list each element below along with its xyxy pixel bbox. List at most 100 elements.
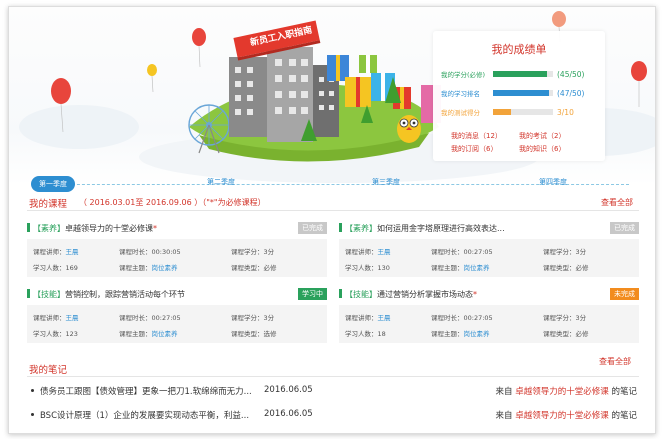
note-source-prefix: 来自 <box>495 387 513 397</box>
course-topic-label: 课程主题： <box>119 264 152 272</box>
course-title[interactable]: 【素养】卓越领导力的十堂必修课* <box>27 223 327 237</box>
score-row-label[interactable]: 我的学习排名 <box>441 88 493 98</box>
score-links-row-2: 我的订阅（6） 我的知识（6） <box>451 144 587 154</box>
score-progress-bar <box>493 109 553 115</box>
note-source: 来自 卓越领导力的十堂必修课 的笔记 <box>496 409 637 421</box>
course-name[interactable]: 如何运用金字塔原理进行高效表达... <box>377 224 505 233</box>
course-name[interactable]: 营销控制，跟踪营销活动每个环节 <box>65 290 185 299</box>
quarter-timeline: 第一季度 第二季度 第三季度 第四季度 <box>27 175 639 197</box>
score-row-value: (47/50) <box>557 88 585 98</box>
my-exams-link[interactable]: 我的考试（2） <box>519 131 587 141</box>
score-row: 我的测试得分 3/10 <box>441 106 601 118</box>
course-marker <box>27 223 30 232</box>
course-type: 课程类型：选修 <box>231 328 277 338</box>
course-tag: 【技能】 <box>345 290 377 299</box>
note-text[interactable]: BSC设计原理（1）企业的发展要实现动态平衡，利益... <box>40 411 249 421</box>
course-card[interactable]: 【技能】营销控制，跟踪营销活动每个环节 学习中 课程讲师：王晨 课程时长：00:27:… <box>27 288 327 347</box>
score-row: 我的学分(必修) (45/50) <box>441 68 601 80</box>
course-credit-value: 3分 <box>263 248 275 256</box>
course-topic-value[interactable]: 岗位素养 <box>464 330 490 338</box>
course-details: 课程讲师：王晨 课程时长：00:27:05 课程学分：3分 学习人数：18 课程主题：岗… <box>339 305 639 343</box>
course-teacher-label: 课程讲师： <box>345 248 378 256</box>
course-learners-value: 169 <box>65 264 78 272</box>
course-status-badge: 已完成 <box>610 222 639 234</box>
note-item[interactable]: BSC设计原理（1）企业的发展要实现动态平衡，利益... 2016.06.05 来自… <box>31 409 641 423</box>
course-teacher-value[interactable]: 王晨 <box>66 314 79 322</box>
tab-quarter-1[interactable]: 第一季度 <box>31 176 75 192</box>
score-progress-fill <box>493 90 550 96</box>
score-row-value: 3/10 <box>557 107 574 117</box>
page-frame: 新员工入职指南 我的成绩单 我的学分(必修) (45/50) 我的学习排名 (47/5… <box>8 6 656 434</box>
course-type-label: 课程类型： <box>543 330 576 338</box>
course-topic: 课程主题：岗位素养 <box>119 328 178 338</box>
course-tag: 【素养】 <box>345 224 377 233</box>
note-source-course-link[interactable]: 卓越领导力的十堂必修课 <box>515 411 609 421</box>
course-marker <box>339 223 342 232</box>
course-teacher: 课程讲师：王晨 <box>33 246 79 256</box>
course-title[interactable]: 【素养】如何运用金字塔原理进行高效表达... <box>339 223 639 237</box>
course-title[interactable]: 【技能】营销控制，跟踪营销活动每个环节 <box>27 289 327 303</box>
course-card[interactable]: 【技能】通过营销分析掌握市场动态* 未完成课程讲师：王晨 课程时长：00:27:05… <box>339 288 639 347</box>
course-name[interactable]: 通过营销分析掌握市场动态 <box>377 290 473 299</box>
my-messages-link[interactable]: 我的消息（12） <box>451 131 519 141</box>
course-credit: 课程学分：3分 <box>231 312 274 322</box>
course-type-value: 必修 <box>575 330 589 338</box>
office-building-icon <box>229 47 339 142</box>
tab-quarter-4[interactable]: 第四季度 <box>539 177 567 187</box>
course-duration: 课程时长：00:27:05 <box>431 312 493 322</box>
score-row-value: (45/50) <box>557 69 585 79</box>
tab-quarter-3[interactable]: 第三季度 <box>372 177 400 187</box>
score-progress-fill <box>493 71 547 77</box>
course-tag: 【素养】 <box>33 224 65 233</box>
hero-banner: 新员工入职指南 我的成绩单 我的学分(必修) (45/50) 我的学习排名 (47/5… <box>9 7 655 185</box>
course-learners-label: 学习人数： <box>345 264 378 272</box>
required-mark: * <box>153 224 157 233</box>
course-teacher-value[interactable]: 王晨 <box>378 248 391 256</box>
course-teacher-label: 课程讲师： <box>33 314 66 322</box>
course-topic-value[interactable]: 岗位素养 <box>152 330 178 338</box>
course-type-label: 课程类型： <box>231 264 264 272</box>
score-row-label[interactable]: 我的学分(必修) <box>441 69 493 79</box>
courses-divider <box>27 210 639 211</box>
course-type-value: 选修 <box>263 330 277 338</box>
course-card[interactable]: 【素养】卓越领导力的十堂必修课* 已完成 课程讲师：王晨 课程时长：00:30:05 课… <box>27 222 327 281</box>
score-links-row-1: 我的消息（12） 我的考试（2） <box>451 131 587 141</box>
courses-view-all-link[interactable]: 查看全部 <box>601 197 633 208</box>
bullet-icon <box>31 413 34 416</box>
course-teacher: 课程讲师：王晨 <box>345 312 391 322</box>
course-credit-label: 课程学分： <box>543 248 576 256</box>
owl-mascot-icon <box>397 115 421 143</box>
notes-view-all-link[interactable]: 查看全部 <box>599 356 631 367</box>
course-name[interactable]: 卓越领导力的十堂必修课 <box>65 224 153 233</box>
course-topic-value[interactable]: 岗位素养 <box>152 264 178 272</box>
tab-quarter-2[interactable]: 第二季度 <box>207 177 235 187</box>
note-item[interactable]: 债务员工跟图【债效管理】更象一把刀1.软绵绵而无力... 2016.06.05 来自… <box>31 385 641 399</box>
course-duration-label: 课程时长： <box>119 248 152 256</box>
course-duration: 课程时长：00:27:05 <box>119 312 181 322</box>
course-teacher-value[interactable]: 王晨 <box>378 314 391 322</box>
my-knowledge-link[interactable]: 我的知识（6） <box>519 144 587 154</box>
course-teacher: 课程讲师：王晨 <box>33 312 79 322</box>
note-text[interactable]: 债务员工跟图【债效管理】更象一把刀1.软绵绵而无力... <box>40 387 252 397</box>
course-learners-value: 123 <box>65 330 78 338</box>
note-source-course-link[interactable]: 卓越领导力的十堂必修课 <box>515 387 609 397</box>
course-learners-value: 18 <box>377 330 386 338</box>
score-row: 我的学习排名 (47/50) <box>441 87 601 99</box>
note-source-suffix: 的笔记 <box>611 387 637 397</box>
course-type-value: 必修 <box>575 264 589 272</box>
note-source: 来自 卓越领导力的十堂必修课 的笔记 <box>496 385 637 397</box>
score-card: 我的成绩单 我的学分(必修) (45/50) 我的学习排名 (47/50) 我的测试得分… <box>433 31 605 161</box>
course-title[interactable]: 【技能】通过营销分析掌握市场动态* <box>339 289 639 303</box>
course-details: 课程讲师：王晨 课程时长：00:27:05 课程学分：3分 学习人数：123 课程主题：… <box>27 305 327 343</box>
score-progress-fill <box>493 109 511 115</box>
course-topic-value[interactable]: 岗位素养 <box>464 264 490 272</box>
course-status-badge: 已完成 <box>298 222 327 234</box>
course-details: 课程讲师：王晨 课程时长：00:27:05 课程学分：3分 学习人数：130 课程主题：… <box>339 239 639 277</box>
course-teacher-value[interactable]: 王晨 <box>66 248 79 256</box>
course-credit-value: 3分 <box>575 314 587 322</box>
course-status-badge: 未完成 <box>610 288 639 300</box>
score-row-label[interactable]: 我的测试得分 <box>441 107 493 117</box>
note-source-prefix: 来自 <box>495 411 513 421</box>
my-subscriptions-link[interactable]: 我的订阅（6） <box>451 144 519 154</box>
course-card[interactable]: 【素养】如何运用金字塔原理进行高效表达... 已完成 课程讲师：王晨 课程时长：00:… <box>339 222 639 281</box>
